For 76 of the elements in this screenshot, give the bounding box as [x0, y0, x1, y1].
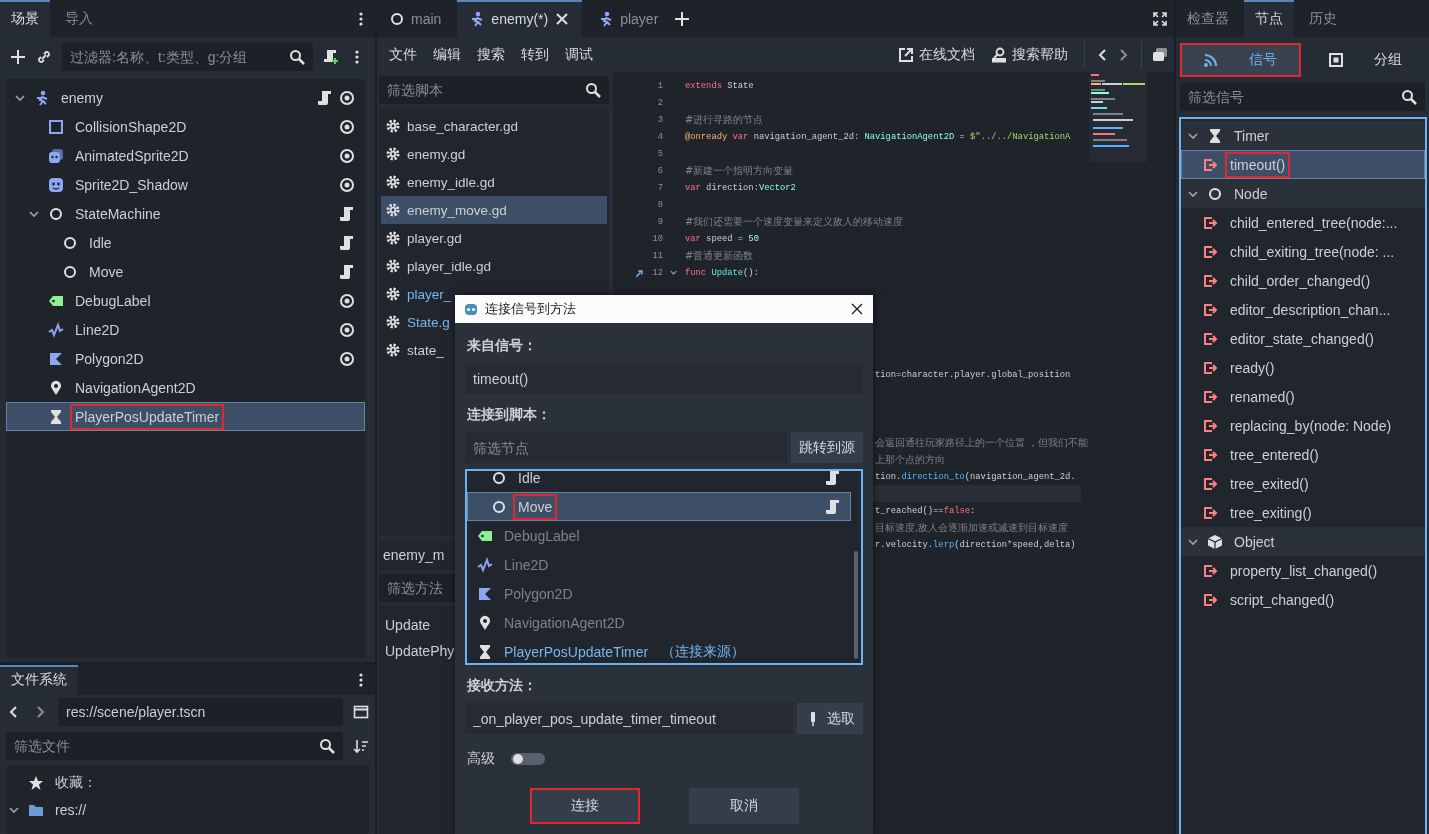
- code-line: tion=character.player.global_position: [875, 369, 1071, 380]
- node-name: Idle: [517, 471, 542, 488]
- section-label: 接收方法：: [466, 676, 538, 695]
- signal-name: child_order_changed(): [1229, 271, 1372, 291]
- signal-name: child_entered_tree(node:...: [1229, 213, 1399, 233]
- script-name: enemy_move.gd: [407, 202, 507, 218]
- line-number: 6: [656, 165, 663, 176]
- code-line: #普通更新函数: [685, 248, 754, 263]
- signal-name: timeout(): [1225, 151, 1291, 178]
- script-name: enemy.gd: [407, 146, 466, 162]
- line-number: 2: [656, 97, 663, 108]
- signal-name: editor_state_changed(): [1229, 329, 1375, 349]
- code-line: extends State: [685, 80, 754, 91]
- line-number: 3: [656, 114, 663, 125]
- signal-name: tree_exiting(): [1229, 503, 1313, 523]
- file-label: res://: [54, 800, 88, 820]
- node-name: PlayerPosUpdateTimer: [503, 642, 650, 662]
- node-name: CollisionShape2D: [74, 117, 188, 137]
- script-name: player.gd: [407, 230, 462, 246]
- code-line: var direction:Vector2: [685, 182, 796, 193]
- node-name: NavigationAgent2D: [74, 378, 197, 398]
- node-name: Move: [88, 262, 125, 282]
- file-label: 收藏：: [54, 772, 98, 792]
- signal-name: script_changed(): [1229, 590, 1336, 610]
- signal-name: ready(): [1229, 358, 1276, 378]
- script-name: player_: [407, 286, 452, 302]
- signal-name: editor_description_chan...: [1229, 300, 1392, 320]
- code-line: @onready var navigation_agent_2d: NavigationAgent2D = $"../../NavigationA: [685, 131, 1071, 142]
- signal-name: property_list_changed(): [1229, 561, 1379, 581]
- signal-name: renamed(): [1229, 387, 1296, 407]
- node-name: StateMachine: [74, 204, 162, 224]
- signal-name: child_exiting_tree(node: ...: [1229, 242, 1396, 262]
- node-name: NavigationAgent2D: [503, 613, 626, 633]
- script-name: base_character.gd: [407, 118, 519, 134]
- line-number: 4: [656, 131, 663, 142]
- signal-name: tree_entered(): [1229, 445, 1320, 465]
- code-line: tion.direction_to(navigation_agent_2d.: [875, 471, 1076, 482]
- signal-name: tree_exited(): [1229, 474, 1310, 494]
- node-name: Polygon2D: [503, 584, 574, 604]
- code-line: t_reached()==false:: [875, 505, 976, 516]
- section-label: 来自信号：: [466, 336, 538, 355]
- node-name: Move: [513, 493, 558, 520]
- code-line: 上那个点的方向: [875, 452, 945, 467]
- node-name: Line2D: [74, 320, 121, 340]
- node-name: PlayerPosUpdateTimer: [70, 403, 225, 430]
- line-number: 1: [656, 80, 663, 91]
- signal-name: Object: [1233, 532, 1276, 552]
- signal-name: replacing_by(node: Node): [1229, 416, 1393, 436]
- line-number: 5: [656, 148, 663, 159]
- script-name: State.g: [407, 314, 450, 330]
- source-note: （连接来源）: [661, 642, 746, 661]
- signal-name: Timer: [1233, 126, 1271, 146]
- code-line: var speed = 50: [685, 233, 759, 244]
- script-name: enemy_idle.gd: [407, 174, 495, 190]
- line-number: 7: [656, 182, 663, 193]
- line-number: 12: [651, 267, 663, 278]
- node-name: AnimatedSprite2D: [74, 146, 190, 166]
- line-number: 10: [651, 233, 663, 244]
- node-name: enemy: [60, 88, 105, 108]
- section-label: 连接到脚本：: [466, 405, 552, 424]
- node-name: Idle: [88, 233, 113, 253]
- dialog-title: 连接信号到方法: [485, 300, 576, 318]
- signal-name: Node: [1233, 184, 1269, 204]
- node-name: DebugLabel: [74, 291, 152, 311]
- code-line: 目标速度,敌人会逐渐加速或减速到目标速度: [875, 520, 1069, 535]
- line-number: 9: [656, 216, 663, 227]
- code-line: #进行寻路的节点: [685, 112, 764, 127]
- line-number: 11: [651, 250, 663, 261]
- node-name: Polygon2D: [74, 349, 145, 369]
- code-line: r.velocity.lerp(direction*speed,delta): [875, 539, 1076, 550]
- script-name: state_: [407, 342, 444, 358]
- script-name: player_idle.gd: [407, 258, 492, 274]
- advanced-label: 高级: [467, 750, 495, 768]
- line-number: 8: [656, 199, 663, 210]
- code-line: func Update():: [685, 267, 759, 278]
- node-name: Sprite2D_Shadow: [74, 175, 189, 195]
